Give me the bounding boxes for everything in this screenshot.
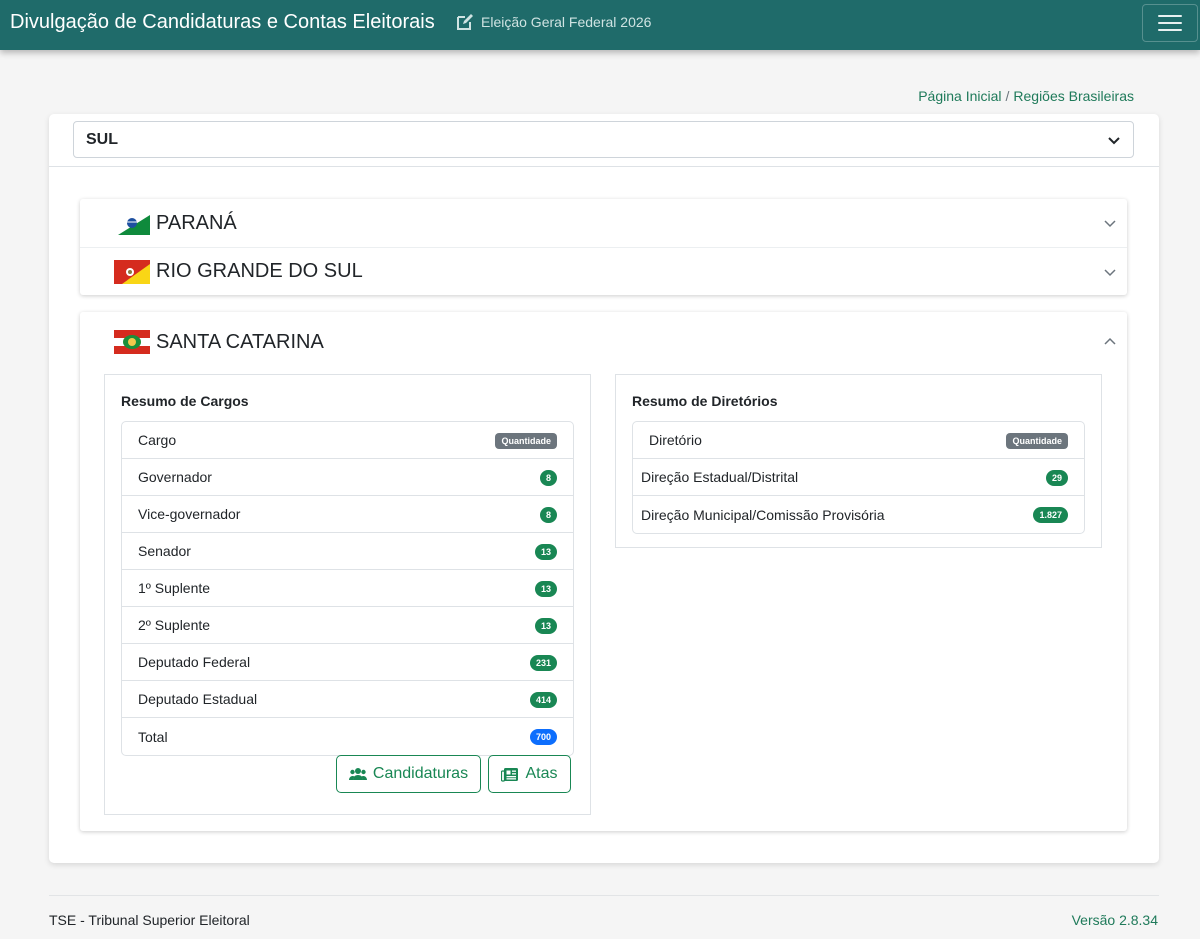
list-item: Senador 13 (122, 533, 573, 570)
accordion-header-santa-catarina[interactable]: SANTA CATARINA (80, 312, 1127, 372)
election-label: Eleição Geral Federal 2026 (455, 9, 651, 35)
list-header: Cargo Quantidade (122, 422, 573, 459)
count-badge: 1.827 (1033, 507, 1068, 523)
states-accordion: PARANÁ RIO GRANDE DO SUL (80, 199, 1127, 295)
list-item: Deputado Federal 231 (122, 644, 573, 681)
list-header: Diretório Quantidade (633, 422, 1084, 459)
state-name: SANTA CATARINA (156, 330, 324, 353)
rio-grande-do-sul-flag-icon (114, 259, 150, 284)
footer-version: Versão 2.8.34 (1071, 912, 1158, 928)
cargos-summary-panel: Resumo de Cargos Cargo Quantidade Govern… (104, 374, 591, 815)
total-badge: 700 (529, 729, 557, 745)
atas-button[interactable]: Atas (488, 755, 571, 793)
quantity-header-badge: Quantidade (495, 433, 557, 449)
breadcrumb-home-link[interactable]: Página Inicial (918, 88, 1001, 104)
panel-title: Resumo de Diretórios (632, 393, 778, 409)
chevron-up-icon (1104, 337, 1116, 345)
count-badge: 8 (539, 507, 557, 523)
chevron-down-icon (1104, 269, 1116, 277)
list-item-total: Total 700 (122, 718, 573, 755)
accordion-item-rio-grande-do-sul[interactable]: RIO GRANDE DO SUL (80, 247, 1127, 295)
hamburger-menu-button[interactable] (1142, 4, 1198, 42)
panel-title: Resumo de Cargos (121, 393, 249, 409)
diretorios-summary-panel: Resumo de Diretórios Diretório Quantidad… (615, 374, 1102, 548)
footer-org: TSE - Tribunal Superior Eleitoral (49, 912, 250, 928)
region-card: SUL PARANÁ RIO GRANDE DO SUL SANTA CATAR… (49, 114, 1159, 863)
edit-icon (455, 12, 475, 32)
quantity-header-badge: Quantidade (1006, 433, 1068, 449)
count-badge: 8 (539, 470, 557, 486)
count-badge: 13 (534, 618, 557, 634)
list-item: Governador 8 (122, 459, 573, 496)
diretorios-list: Diretório Quantidade Direção Estadual/Di… (632, 421, 1085, 534)
list-item: Vice-governador 8 (122, 496, 573, 533)
footer-divider (49, 895, 1159, 896)
count-badge: 13 (534, 544, 557, 560)
app-title[interactable]: Divulgação de Candidaturas e Contas Elei… (10, 11, 435, 34)
accordion-item-santa-catarina: SANTA CATARINA Resumo de Cargos Cargo Qu… (80, 312, 1127, 831)
breadcrumb-current[interactable]: Regiões Brasileiras (1013, 88, 1134, 104)
election-name: Eleição Geral Federal 2026 (481, 14, 652, 30)
accordion-item-parana[interactable]: PARANÁ (80, 199, 1127, 247)
count-badge: 231 (529, 655, 557, 671)
santa-catarina-flag-icon (114, 330, 150, 354)
cargos-list: Cargo Quantidade Governador 8 Vice-govern… (121, 421, 574, 756)
newspaper-icon (501, 767, 519, 782)
card-header: SUL (49, 114, 1159, 167)
state-name: PARANÁ (156, 211, 237, 234)
parana-flag-icon (114, 211, 150, 235)
candidaturas-button[interactable]: Candidaturas (336, 755, 481, 793)
users-icon (348, 768, 367, 780)
state-name: RIO GRANDE DO SUL (156, 260, 363, 282)
count-badge: 29 (1045, 470, 1068, 486)
list-item: Deputado Estadual 414 (122, 681, 573, 718)
list-item: 2º Suplente 13 (122, 607, 573, 644)
region-select-value: SUL (86, 130, 118, 148)
count-badge: 13 (534, 581, 557, 597)
count-badge: 414 (529, 692, 557, 708)
hamburger-icon (1158, 15, 1182, 17)
breadcrumb: Página Inicial / Regiões Brasileiras (918, 88, 1134, 104)
list-item: 1º Suplente 13 (122, 570, 573, 607)
chevron-down-icon (1108, 137, 1120, 145)
chevron-down-icon (1104, 220, 1116, 228)
region-select[interactable]: SUL (73, 121, 1134, 158)
list-item: Direção Estadual/Distrital 29 (633, 459, 1084, 496)
list-item: Direção Municipal/Comissão Provisória 1.8… (633, 496, 1084, 533)
top-navbar: Divulgação de Candidaturas e Contas Elei… (0, 0, 1200, 50)
